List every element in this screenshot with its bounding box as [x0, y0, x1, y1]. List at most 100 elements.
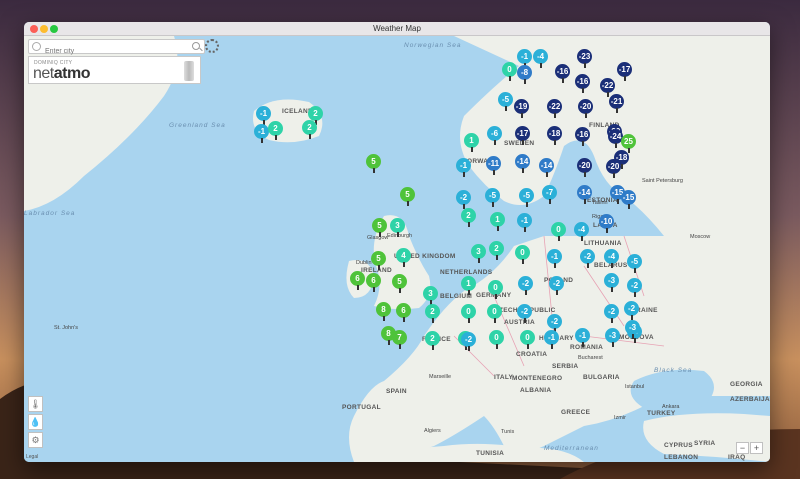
zoom-in-button[interactable]: + — [750, 442, 763, 454]
marker-stem — [554, 263, 556, 268]
temperature-marker[interactable]: 4 — [396, 248, 411, 268]
temperature-marker[interactable]: 2 — [302, 120, 317, 140]
temperature-marker[interactable]: 3 — [423, 286, 438, 306]
temperature-marker[interactable]: -4 — [533, 49, 548, 69]
temperature-marker[interactable]: -20 — [606, 159, 621, 179]
settings-button[interactable]: ⚙ — [28, 432, 43, 448]
temperature-marker[interactable]: -16 — [555, 64, 570, 84]
temperature-marker[interactable]: -2 — [549, 276, 564, 296]
search-icon[interactable] — [192, 42, 200, 50]
temperature-marker[interactable]: -14 — [577, 185, 592, 205]
temperature-marker[interactable]: -7 — [542, 185, 557, 205]
temperature-marker[interactable]: -1 — [517, 213, 532, 233]
temperature-marker[interactable]: -14 — [539, 158, 554, 178]
temperature-marker[interactable]: -1 — [575, 328, 590, 348]
temperature-marker[interactable]: 0 — [487, 304, 502, 324]
temperature-marker[interactable]: -6 — [487, 126, 502, 146]
temperature-marker[interactable]: -2 — [456, 190, 471, 210]
temperature-marker[interactable]: 2 — [461, 208, 476, 228]
temperature-marker[interactable]: 3 — [471, 244, 486, 264]
rain-mode-button[interactable]: 💧 — [28, 414, 43, 430]
temperature-marker[interactable]: 6 — [350, 271, 365, 291]
netatmo-panel[interactable]: DOMINIQ CITY netatmo — [28, 56, 201, 84]
temperature-marker[interactable]: -1 — [544, 330, 559, 350]
temperature-marker[interactable]: -16 — [575, 74, 590, 94]
temperature-marker[interactable]: -22 — [547, 99, 562, 119]
temperature-marker[interactable]: -8 — [517, 65, 532, 85]
temperature-marker[interactable]: 3 — [390, 218, 405, 238]
temperature-marker[interactable]: 7 — [392, 330, 407, 350]
marker-value: 3 — [390, 218, 405, 233]
temperature-marker[interactable]: -2 — [627, 278, 642, 298]
temperature-marker[interactable]: 0 — [488, 280, 503, 300]
temperature-marker[interactable]: -18 — [547, 126, 562, 146]
temperature-marker[interactable]: 0 — [502, 62, 517, 82]
country-label: SERBIA — [552, 363, 579, 370]
minimize-button[interactable] — [40, 25, 48, 33]
sea-label: Greenland Sea — [169, 122, 226, 129]
temperature-marker[interactable]: -16 — [575, 127, 590, 147]
maximize-button[interactable] — [50, 25, 58, 33]
temperature-marker[interactable]: 5 — [392, 274, 407, 294]
zoom-out-button[interactable]: − — [736, 442, 749, 454]
temperature-marker[interactable]: -3 — [604, 273, 619, 293]
temperature-marker[interactable]: 1 — [464, 133, 479, 153]
temperature-marker[interactable]: 2 — [489, 241, 504, 261]
temperature-marker[interactable]: 1 — [461, 276, 476, 296]
temperature-marker[interactable]: -2 — [461, 332, 476, 352]
temperature-marker[interactable]: 1 — [490, 212, 505, 232]
country-label: CYPRUS — [664, 442, 693, 449]
temperature-marker[interactable]: 5 — [371, 251, 386, 271]
temperature-marker[interactable]: 8 — [376, 302, 391, 322]
temperature-marker[interactable]: -3 — [625, 320, 640, 340]
temperature-marker[interactable]: 5 — [400, 187, 415, 207]
close-button[interactable] — [30, 25, 38, 33]
temperature-marker[interactable]: -2 — [517, 304, 532, 324]
temperature-marker[interactable]: 0 — [520, 330, 535, 350]
temperature-marker[interactable]: 6 — [396, 303, 411, 323]
temperature-marker[interactable]: 0 — [461, 304, 476, 324]
temperature-marker[interactable]: -19 — [514, 99, 529, 119]
temperature-marker[interactable]: 2 — [425, 304, 440, 324]
temperature-marker[interactable]: 5 — [372, 218, 387, 238]
temperature-marker[interactable]: -5 — [519, 188, 534, 208]
temperature-marker[interactable]: -14 — [515, 154, 530, 174]
temperature-marker[interactable]: 0 — [551, 222, 566, 242]
temperature-marker[interactable]: -10 — [599, 214, 614, 234]
temperature-marker[interactable]: 2 — [425, 331, 440, 351]
temperature-marker[interactable]: -17 — [515, 126, 530, 146]
temperature-marker[interactable]: -23 — [577, 49, 592, 69]
temperature-marker[interactable]: -5 — [485, 188, 500, 208]
temperature-marker[interactable]: -17 — [617, 62, 632, 82]
temperature-marker[interactable]: -20 — [577, 158, 592, 178]
temperature-marker[interactable]: 6 — [366, 273, 381, 293]
marker-stem — [496, 344, 498, 349]
temperature-marker[interactable]: 0 — [489, 330, 504, 350]
temperature-marker[interactable]: -11 — [486, 156, 501, 176]
marker-value: -6 — [487, 126, 502, 141]
temperature-marker[interactable]: 5 — [366, 154, 381, 174]
temperature-marker[interactable]: -5 — [627, 254, 642, 274]
location-icon[interactable] — [32, 42, 41, 51]
temperature-marker[interactable]: -21 — [609, 94, 624, 114]
temperature-marker[interactable]: -1 — [547, 249, 562, 269]
marker-stem — [388, 340, 390, 345]
temperature-marker[interactable]: -3 — [605, 328, 620, 348]
temperature-marker[interactable]: -4 — [604, 249, 619, 269]
temperature-marker[interactable]: -2 — [624, 301, 639, 321]
legal-link[interactable]: Legal — [26, 454, 38, 460]
temperature-marker[interactable]: 2 — [268, 121, 283, 141]
temperature-marker[interactable]: -2 — [580, 249, 595, 269]
temperature-marker[interactable]: -20 — [578, 99, 593, 119]
temperature-marker[interactable]: -5 — [498, 92, 513, 112]
marker-value: -1 — [456, 158, 471, 173]
temperature-marker[interactable]: -4 — [574, 222, 589, 242]
temperature-mode-button[interactable]: 🌡 — [28, 396, 43, 412]
temperature-marker[interactable]: 0 — [515, 245, 530, 265]
country-label: AZERBAIJA — [730, 396, 770, 403]
temperature-marker[interactable]: -2 — [604, 304, 619, 324]
temperature-marker[interactable]: -2 — [518, 276, 533, 296]
temperature-marker[interactable]: -1 — [254, 124, 269, 144]
temperature-marker[interactable]: -1 — [456, 158, 471, 178]
temperature-marker[interactable]: -15 — [621, 190, 636, 210]
